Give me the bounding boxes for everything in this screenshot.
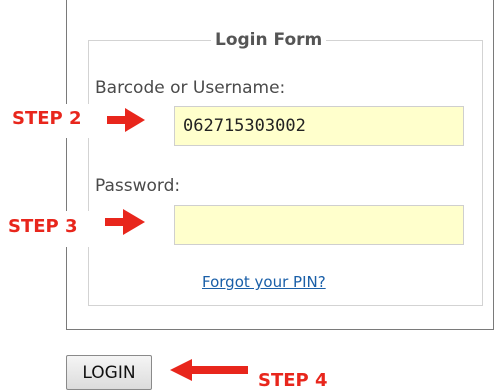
username-label: Barcode or Username: xyxy=(95,78,286,98)
username-input[interactable] xyxy=(174,106,464,146)
step3-label: STEP 3 xyxy=(8,216,78,237)
step2-label: STEP 2 xyxy=(12,108,82,129)
forgot-pin-link[interactable]: Forgot your PIN? xyxy=(202,273,326,291)
arrow-right-icon xyxy=(105,209,145,235)
arrow-left-icon xyxy=(170,359,248,381)
step4-label: STEP 4 xyxy=(258,370,328,391)
arrow-right-icon xyxy=(107,108,145,132)
login-button[interactable]: LOGIN xyxy=(66,355,152,390)
password-input[interactable] xyxy=(174,205,464,245)
page: Login Form Barcode or Username: Password… xyxy=(0,0,497,392)
password-label: Password: xyxy=(95,176,181,196)
form-legend: Login Form xyxy=(215,30,323,50)
login-form: Login Form xyxy=(88,30,483,306)
